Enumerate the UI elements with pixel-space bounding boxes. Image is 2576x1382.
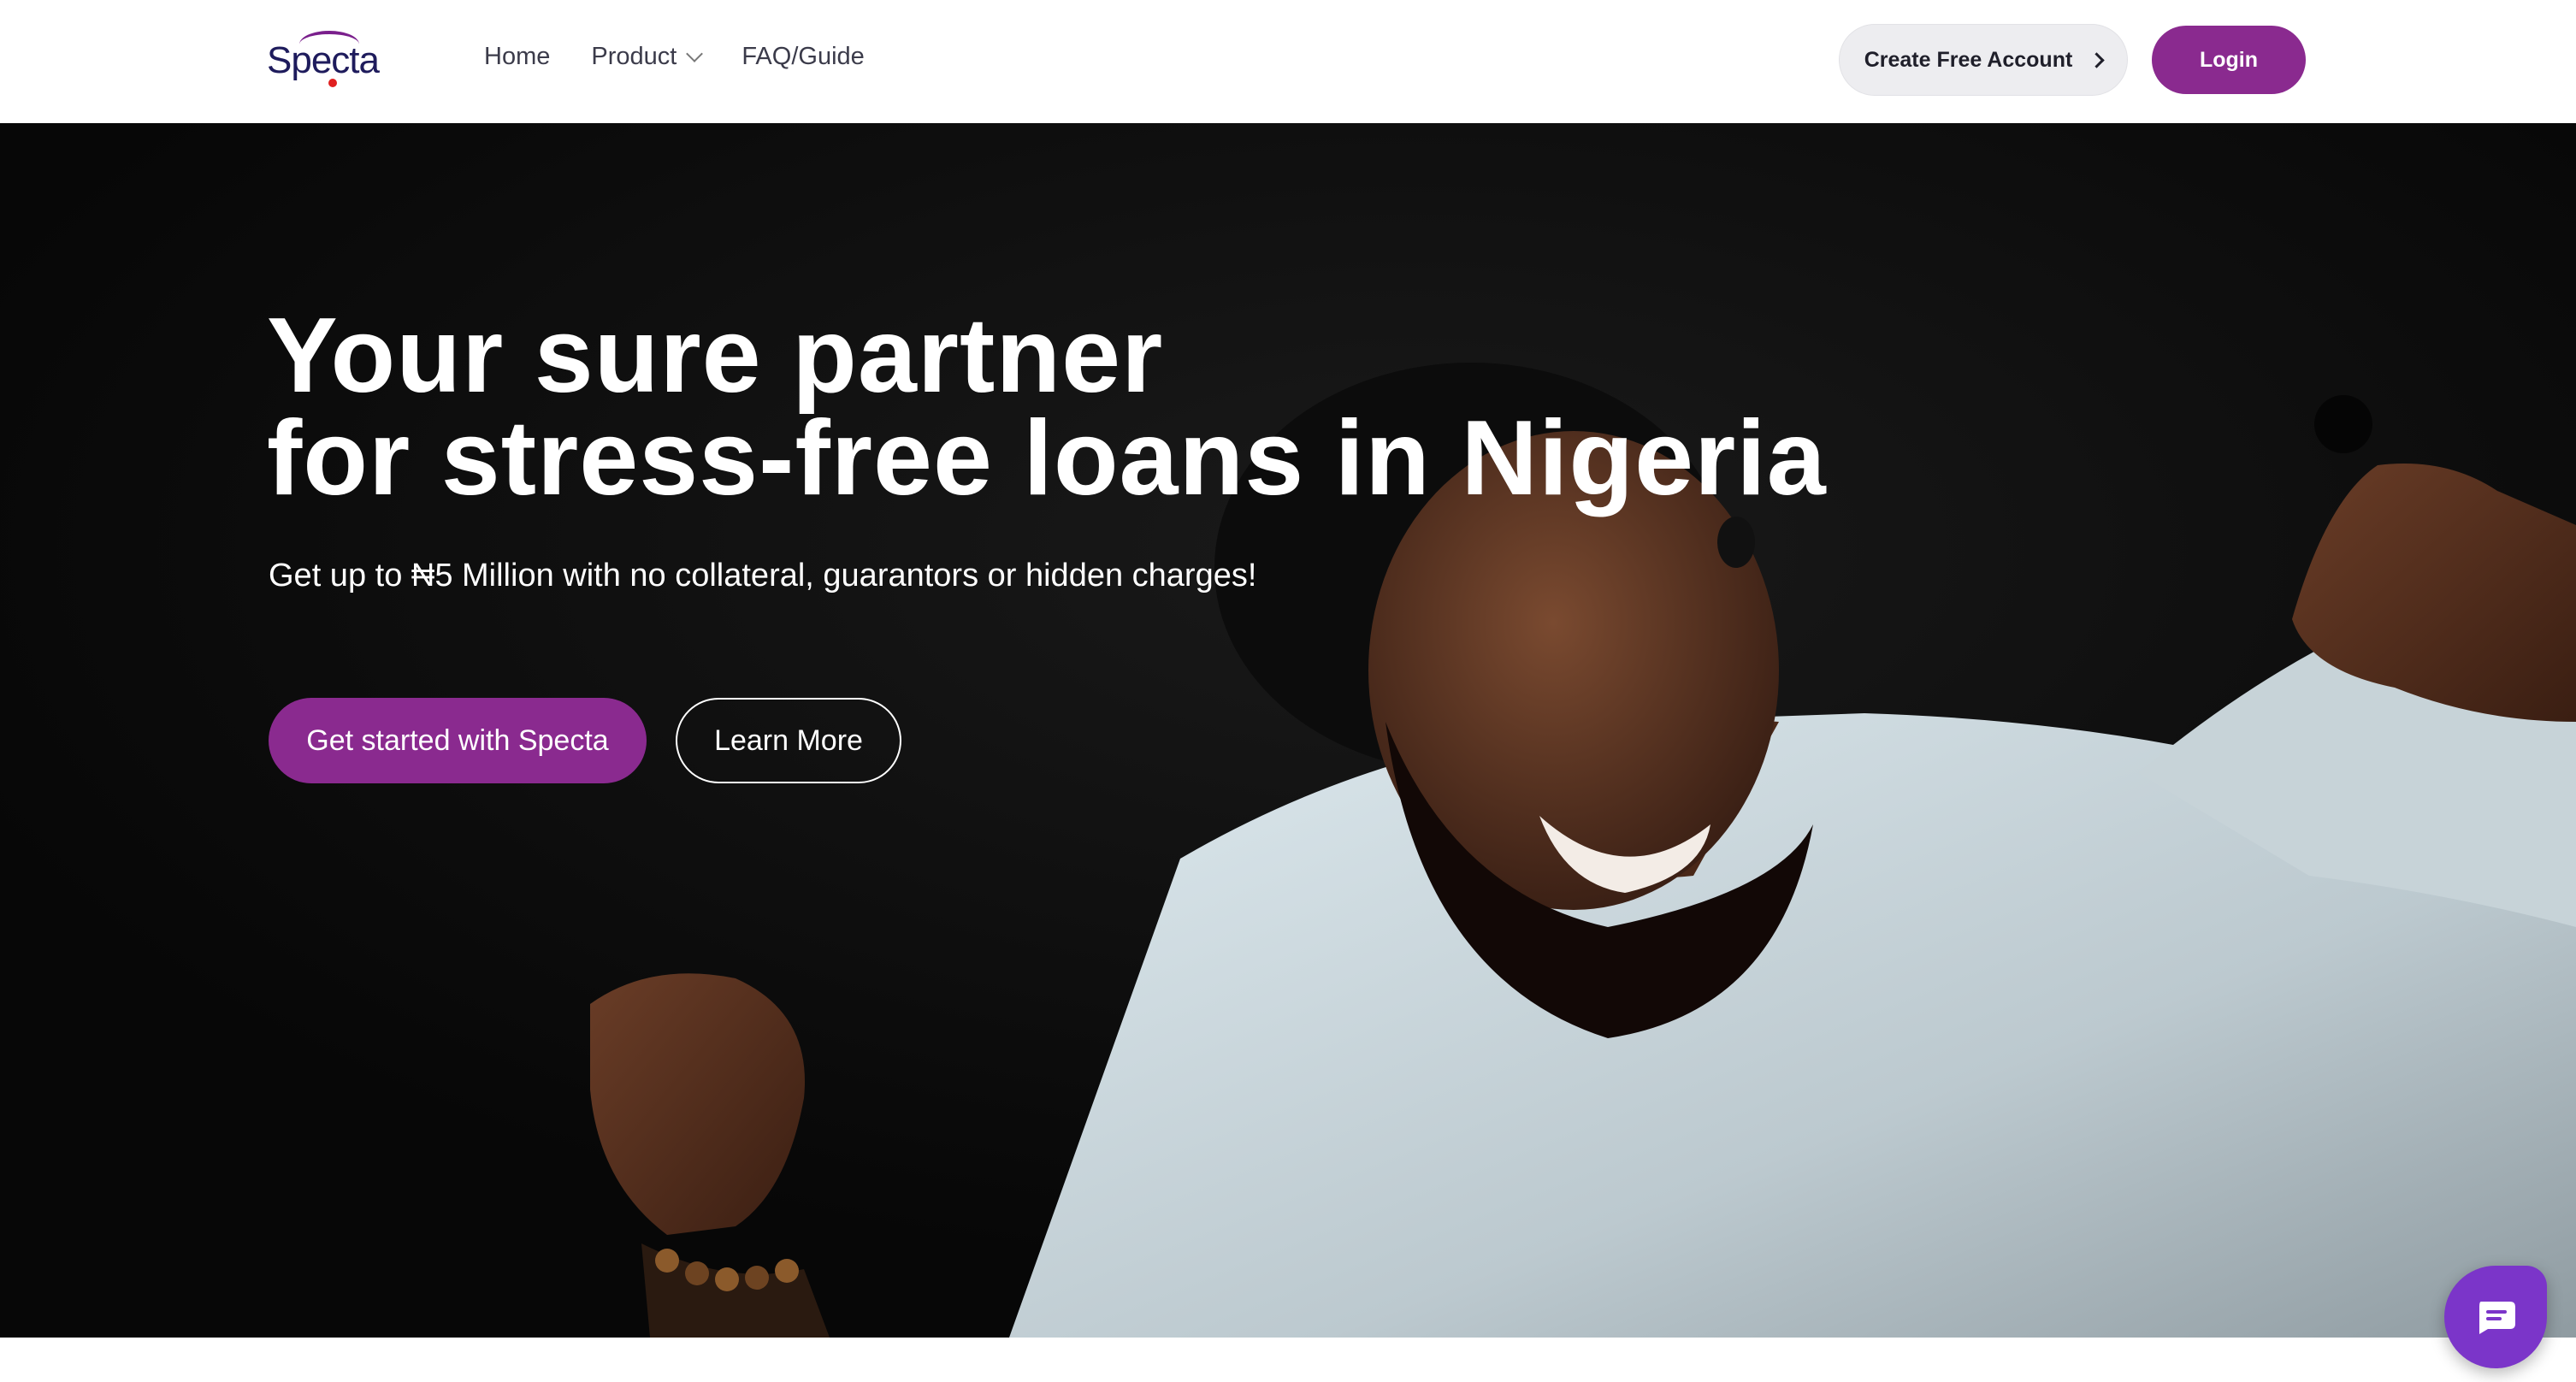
logo-wordmark: Specta — [267, 39, 380, 81]
get-started-button[interactable]: Get started with Specta — [269, 698, 647, 783]
chevron-down-icon — [686, 44, 704, 62]
hero-subtitle: Get up to ₦5 Million with no collateral,… — [269, 558, 1257, 594]
chevron-right-icon — [2089, 51, 2105, 68]
hero-section: Your sure partner for stress-free loans … — [0, 123, 2576, 1338]
create-account-label: Create Free Account — [1864, 47, 2073, 72]
create-free-account-button[interactable]: Create Free Account — [1839, 24, 2128, 96]
hero-title-line-2: for stress-free loans in Nigeria — [267, 399, 1827, 517]
primary-nav: Home Product FAQ/Guide — [484, 43, 865, 71]
nav-product-dropdown[interactable]: Product — [591, 43, 704, 71]
nav-product-label: Product — [591, 43, 677, 70]
learn-more-button[interactable]: Learn More — [676, 698, 901, 783]
nav-faq-guide[interactable]: FAQ/Guide — [741, 43, 864, 71]
chat-widget-button[interactable] — [2444, 1266, 2547, 1368]
navbar: Specta Home Product FAQ/Guide Create Fre… — [0, 0, 2576, 123]
chat-icon — [2479, 1302, 2515, 1334]
learn-more-label: Learn More — [714, 723, 863, 757]
nav-home-label: Home — [484, 43, 551, 70]
get-started-label: Get started with Specta — [306, 723, 609, 757]
sterling-dot-icon — [328, 79, 337, 87]
hero-title-line-1: Your sure partner — [267, 297, 1164, 415]
nav-home[interactable]: Home — [484, 43, 550, 71]
specta-logo[interactable]: Specta — [267, 29, 380, 91]
login-label: Login — [2199, 47, 2259, 72]
login-button[interactable]: Login — [2152, 26, 2306, 94]
logo-sterling-mark — [328, 79, 337, 87]
hero-title: Your sure partner for stress-free loans … — [267, 297, 1827, 517]
nav-faq-label: FAQ/Guide — [741, 43, 865, 70]
